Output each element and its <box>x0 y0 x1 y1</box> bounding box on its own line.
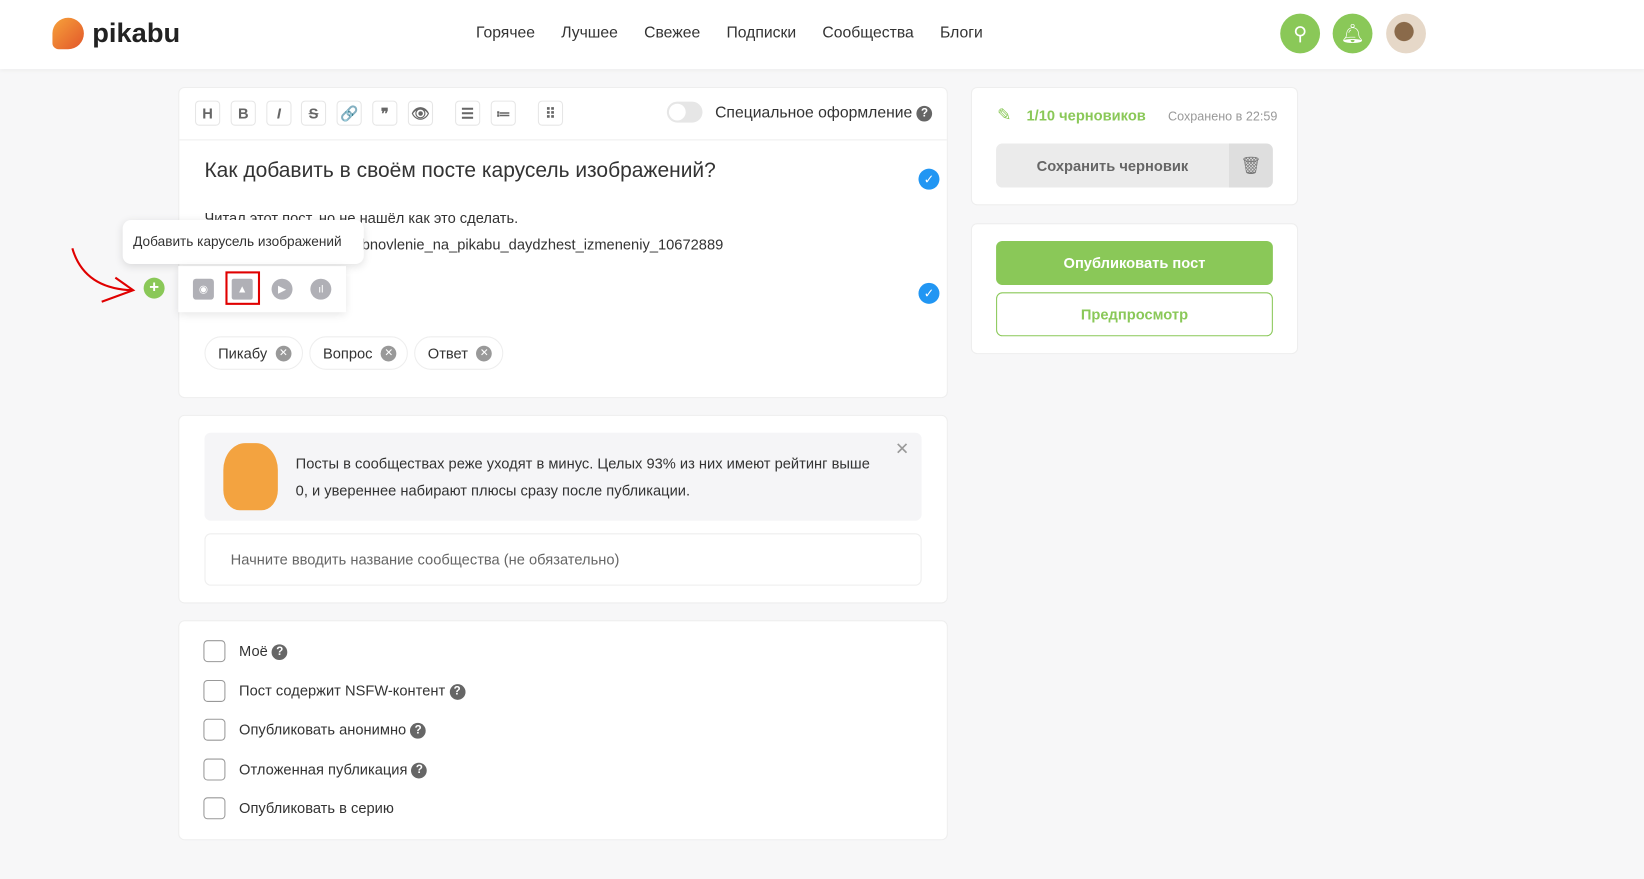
video-icon[interactable]: ▶ <box>271 278 293 300</box>
remove-tag-icon[interactable]: ✕ <box>476 345 493 361</box>
trash-icon[interactable]: 🗑︎ <box>1228 143 1273 188</box>
add-block-button[interactable]: + <box>143 277 165 299</box>
logo[interactable]: pikabu <box>52 17 180 49</box>
logo-icon <box>52 17 84 49</box>
preview-button[interactable]: Предпросмотр <box>996 292 1273 337</box>
remove-tag-icon[interactable]: ✕ <box>380 345 397 361</box>
help-icon[interactable]: ? <box>449 683 466 700</box>
nsfw-checkbox[interactable] <box>203 679 226 702</box>
tag-label: Пикабу <box>218 344 268 362</box>
red-arrow-icon <box>71 248 136 303</box>
tag-label: Вопрос <box>322 344 373 362</box>
nav-hot[interactable]: Горячее <box>476 24 535 42</box>
publish-button[interactable]: Опубликовать пост <box>996 240 1273 285</box>
delayed-checkbox[interactable] <box>203 758 226 781</box>
nav-fresh[interactable]: Свежее <box>644 24 700 42</box>
drafts-count[interactable]: 1/10 черновиков <box>1026 107 1145 124</box>
nav-communities[interactable]: Сообщества <box>822 24 913 42</box>
community-tip: Посты в сообществах реже уходят в минус.… <box>204 432 922 521</box>
tag: Ответ ✕ <box>414 336 504 370</box>
help-icon[interactable]: ? <box>916 105 933 122</box>
main-nav: Горячее Лучшее Свежее Подписки Сообществ… <box>476 24 983 42</box>
option-text: Моё <box>239 642 268 660</box>
spoiler-icon[interactable]: 👁 <box>407 100 434 126</box>
heading-button[interactable]: H <box>195 100 221 126</box>
search-icon[interactable]: ⚲ <box>1280 13 1321 54</box>
bullet-list-icon[interactable]: ☰ <box>455 100 481 126</box>
option-text: Пост содержит NSFW-контент <box>239 682 446 699</box>
anonymous-checkbox[interactable] <box>203 718 226 741</box>
series-label: Опубликовать в серию <box>239 799 394 817</box>
mascot-icon <box>223 443 278 511</box>
tag: Вопрос ✕ <box>309 336 409 370</box>
nav-blogs[interactable]: Блоги <box>940 24 983 42</box>
poll-icon[interactable]: ıl <box>310 278 332 300</box>
highlight-box <box>225 271 261 305</box>
nav-subscriptions[interactable]: Подписки <box>726 24 796 42</box>
strike-button[interactable]: S <box>300 100 327 126</box>
nsfw-label: Пост содержит NSFW-контент ? <box>239 682 466 700</box>
post-title[interactable]: Как добавить в своём посте карусель изоб… <box>204 159 715 183</box>
quote-icon[interactable]: ❞ <box>372 100 398 126</box>
saved-time: Сохранено в 22:59 <box>1168 108 1278 124</box>
tag: Пикабу ✕ <box>204 336 303 370</box>
special-design-toggle[interactable] <box>666 101 703 123</box>
tip-text: Посты в сообществах реже уходят в минус.… <box>295 454 870 499</box>
anonymous-label: Опубликовать анонимно ? <box>239 720 427 739</box>
numbered-list-icon[interactable]: ≔ <box>490 100 516 126</box>
check-icon: ✓ <box>918 168 940 190</box>
series-checkbox[interactable] <box>203 797 226 820</box>
option-text: Опубликовать анонимно <box>239 720 407 738</box>
italic-button[interactable]: I <box>266 100 292 126</box>
avatar[interactable] <box>1386 13 1426 54</box>
special-design-text: Специальное оформление <box>715 103 913 122</box>
body-line-2[interactable]: bnovlenie_na_pikabu_daydzhest_izmeneniy_… <box>362 236 724 253</box>
mine-checkbox[interactable] <box>203 640 226 663</box>
delayed-label: Отложенная публикация ? <box>239 760 428 779</box>
close-icon[interactable]: ✕ <box>895 439 909 460</box>
mine-label: Моё ? <box>239 642 288 660</box>
remove-tag-icon[interactable]: ✕ <box>275 345 292 361</box>
edit-icon: ✎ <box>997 106 1012 125</box>
special-design-label: Специальное оформление ? <box>715 103 933 122</box>
link-icon[interactable]: 🔗 <box>336 100 362 126</box>
tooltip: Добавить карусель изображений <box>122 220 364 265</box>
nav-best[interactable]: Лучшее <box>561 24 618 42</box>
help-icon[interactable]: ? <box>410 722 427 739</box>
camera-icon[interactable]: ◉ <box>192 278 214 300</box>
option-text: Отложенная публикация <box>239 760 408 778</box>
drag-handle-icon[interactable]: ⠿ <box>537 100 564 126</box>
check-icon: ✓ <box>918 282 940 304</box>
header: pikabu Горячее Лучшее Свежее Подписки Со… <box>0 0 1644 70</box>
community-input[interactable]: Начните вводить название сообщества (не … <box>204 533 922 586</box>
help-icon[interactable]: ? <box>411 762 428 779</box>
help-icon[interactable]: ? <box>271 644 288 660</box>
save-draft-button[interactable]: Сохранить черновик <box>996 143 1229 188</box>
bell-icon[interactable]: 🔔︎ <box>1332 13 1373 54</box>
logo-text: pikabu <box>92 16 181 49</box>
tag-label: Ответ <box>427 344 468 362</box>
bold-button[interactable]: B <box>230 100 256 126</box>
